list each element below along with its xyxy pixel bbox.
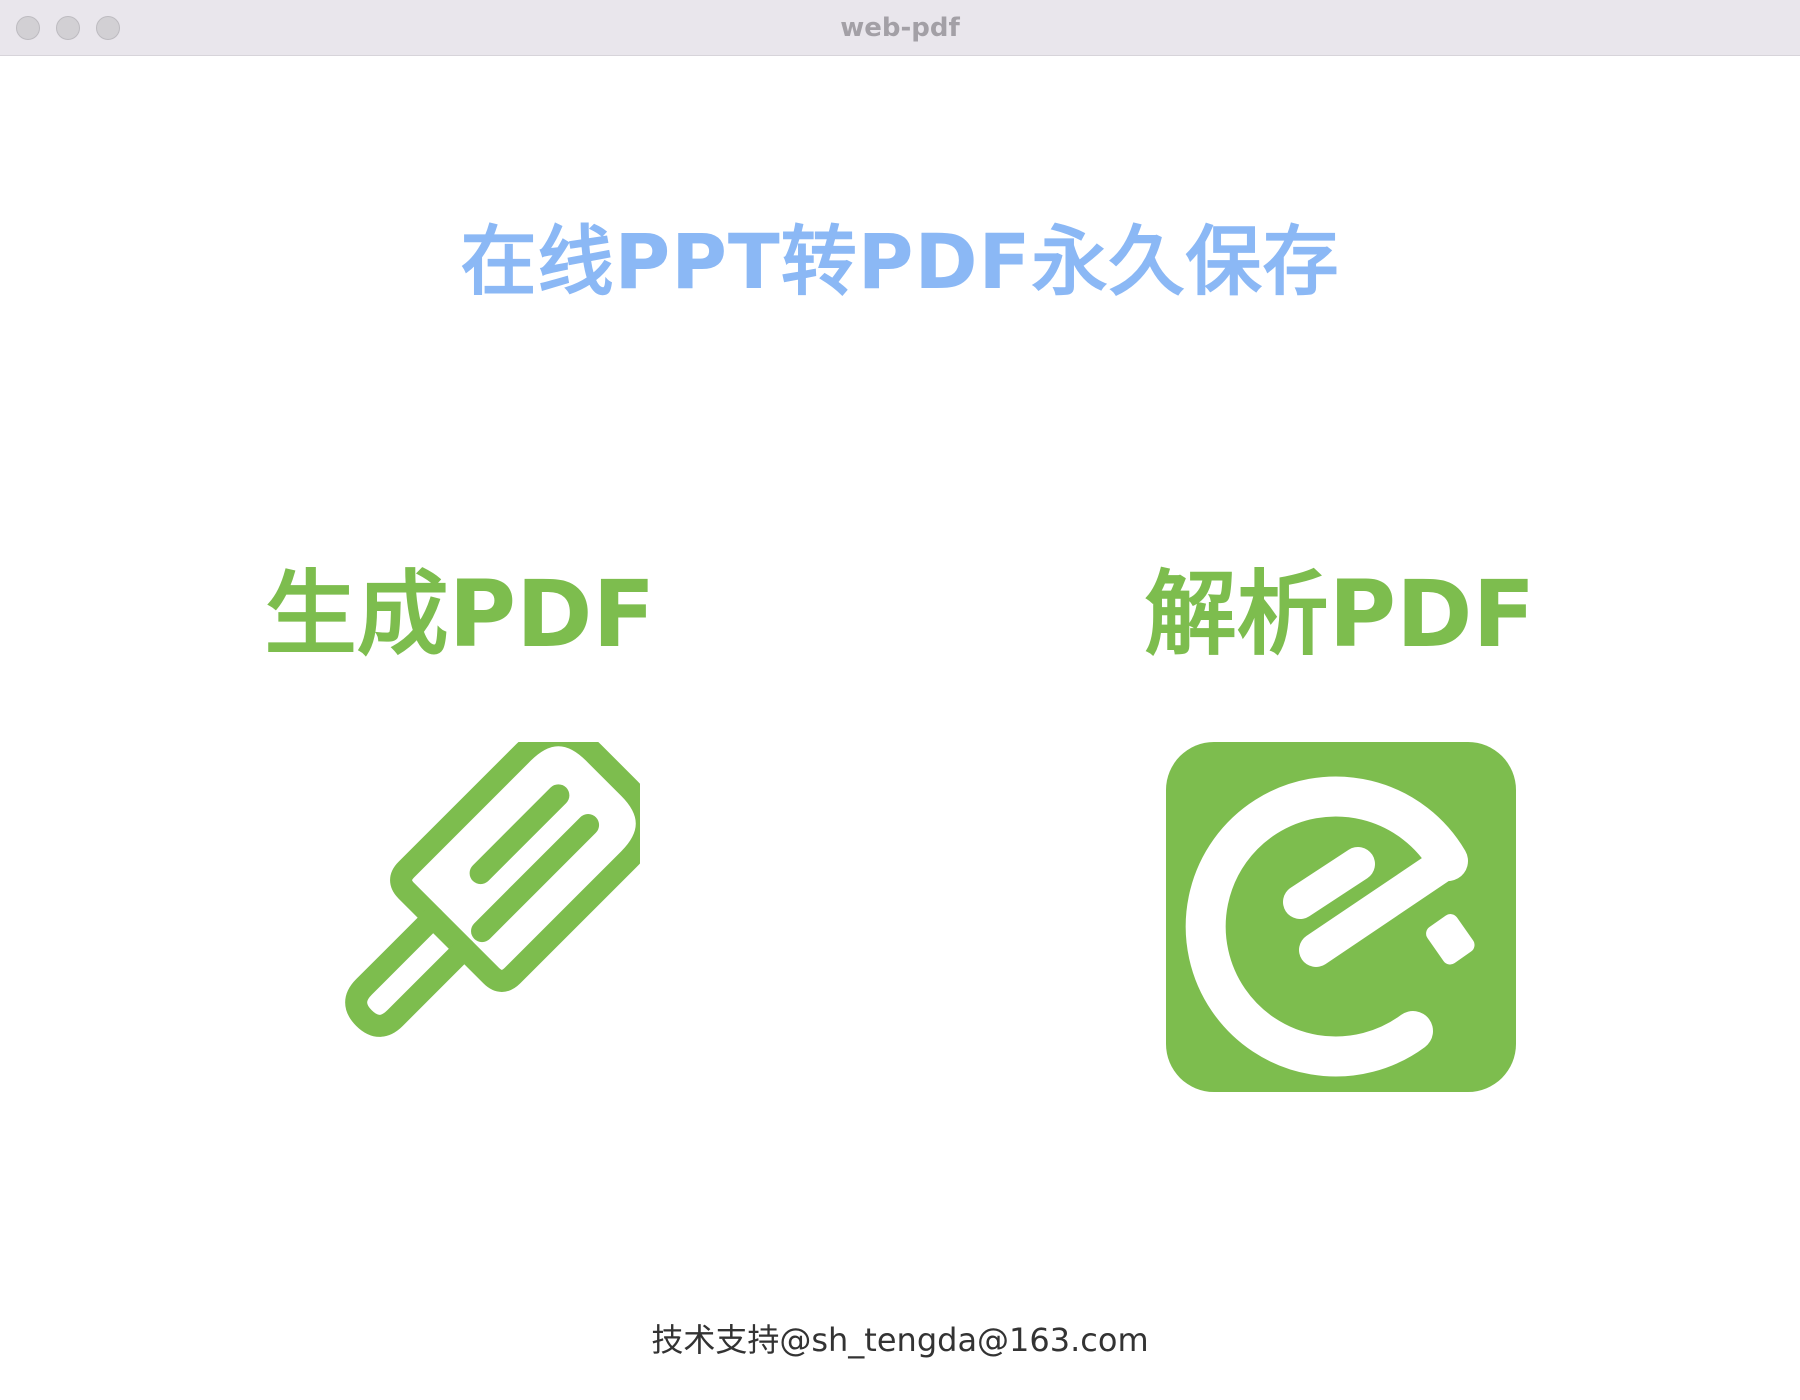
parse-pdf-label[interactable]: 解析PDF: [1030, 560, 1650, 670]
app-window: web-pdf 在线PPT转PDF永久保存 生成PDF 解析PDF 技术支持@s…: [0, 0, 1800, 1400]
window-titlebar[interactable]: web-pdf: [0, 0, 1800, 56]
popsicle-icon: [345, 742, 640, 1037]
window-title: web-pdf: [840, 13, 960, 43]
parse-pdf-button[interactable]: [1158, 736, 1518, 1096]
support-contact-text: 技术支持@sh_tengda@163.com: [651, 1321, 1149, 1359]
page-headline: 在线PPT转PDF永久保存: [460, 217, 1340, 306]
evernote-e-icon: [1166, 742, 1516, 1092]
generate-pdf-button[interactable]: [300, 742, 640, 1082]
generate-pdf-label[interactable]: 生成PDF: [150, 560, 770, 670]
